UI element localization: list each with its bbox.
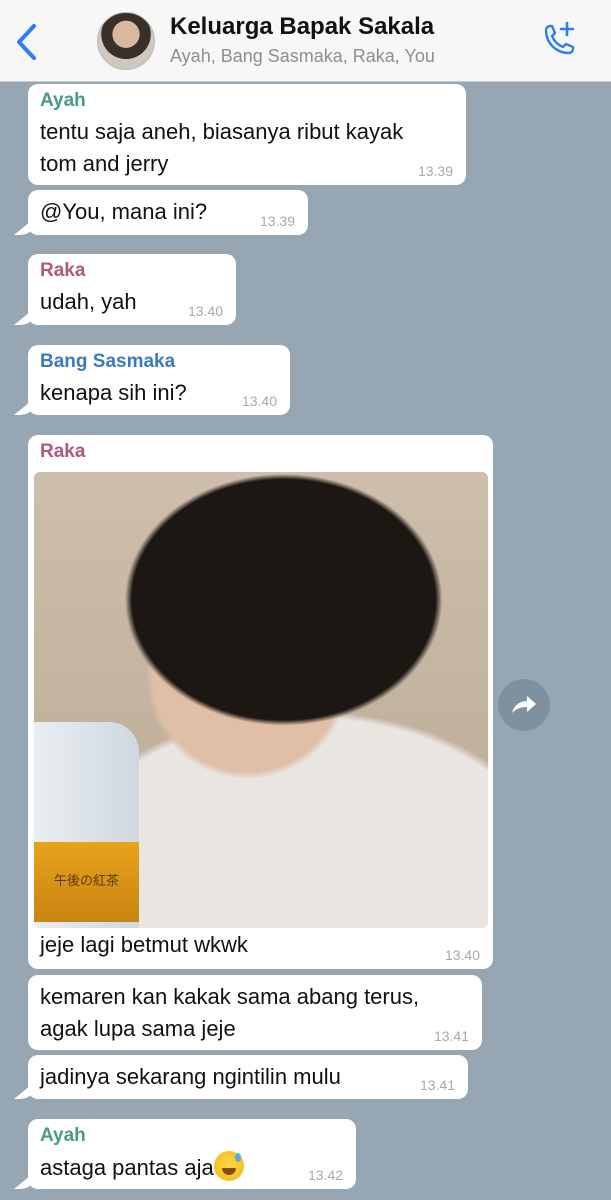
message-bubble[interactable]: jadinya sekarang ngintilin mulu 13.41 [28,1055,468,1099]
message-time: 13.39 [259,213,295,229]
phone-plus-icon [544,21,575,55]
message-text: kemaren kan kakak sama abang terus, agak… [40,984,420,1041]
photo-message-bubble[interactable]: Raka 午後の紅茶 jeje lagi betmut wkwk 13.40 [28,435,493,969]
message-text: tentu saja aneh, biasanya ribut kayak to… [40,119,404,176]
message-time: 13.41 [419,1077,455,1093]
sender-name: Bang Sasmaka [40,351,176,372]
bottle-image-detail: 午後の紅茶 [34,722,139,928]
sender-name: Raka [40,260,86,281]
message-text: @You, mana ini? [40,199,208,224]
message-time: 13.40 [187,303,223,319]
message-bubble[interactable]: Raka udah, yah 13.40 [28,254,236,325]
sender-name: Ayah [40,1125,86,1146]
message-text: astaga pantas aja [40,1151,344,1184]
message-bubble[interactable]: @You, mana ini? 13.39 [28,190,308,235]
forward-arrow-icon [512,696,536,713]
message-bubble[interactable]: Bang Sasmaka kenapa sih ini? 13.40 [28,345,290,415]
bottle-label: 午後の紅茶 [34,842,139,922]
message-time: 13.40 [241,393,277,409]
chevron-left-icon [17,24,36,60]
chat-header: Keluarga Bapak Sakala Ayah, Bang Sasmaka… [0,0,611,82]
group-members[interactable]: Ayah, Bang Sasmaka, Raka, You [170,46,435,67]
message-time: 13.39 [417,163,453,179]
photo-caption: jeje lagi betmut wkwk [40,932,248,957]
message-time: 13.40 [444,947,480,963]
add-call-button[interactable] [538,20,580,62]
back-button[interactable] [10,22,44,62]
message-bubble[interactable]: Ayah tentu saja aneh, biasanya ribut kay… [28,84,466,185]
message-text: jadinya sekarang ngintilin mulu [40,1064,341,1089]
shared-photo[interactable]: 午後の紅茶 [34,472,488,928]
forward-button[interactable] [498,679,550,731]
message-time: 13.41 [433,1028,469,1044]
group-title[interactable]: Keluarga Bapak Sakala [170,13,434,41]
sender-name: Ayah [40,90,86,111]
sender-name: Raka [40,441,86,462]
message-bubble[interactable]: kemaren kan kakak sama abang terus, agak… [28,975,482,1050]
message-bubble[interactable]: Ayah astaga pantas aja 13.42 [28,1119,356,1189]
message-time: 13.42 [307,1167,343,1183]
sweat-smile-emoji-icon [213,1151,244,1181]
group-avatar[interactable] [97,12,155,70]
